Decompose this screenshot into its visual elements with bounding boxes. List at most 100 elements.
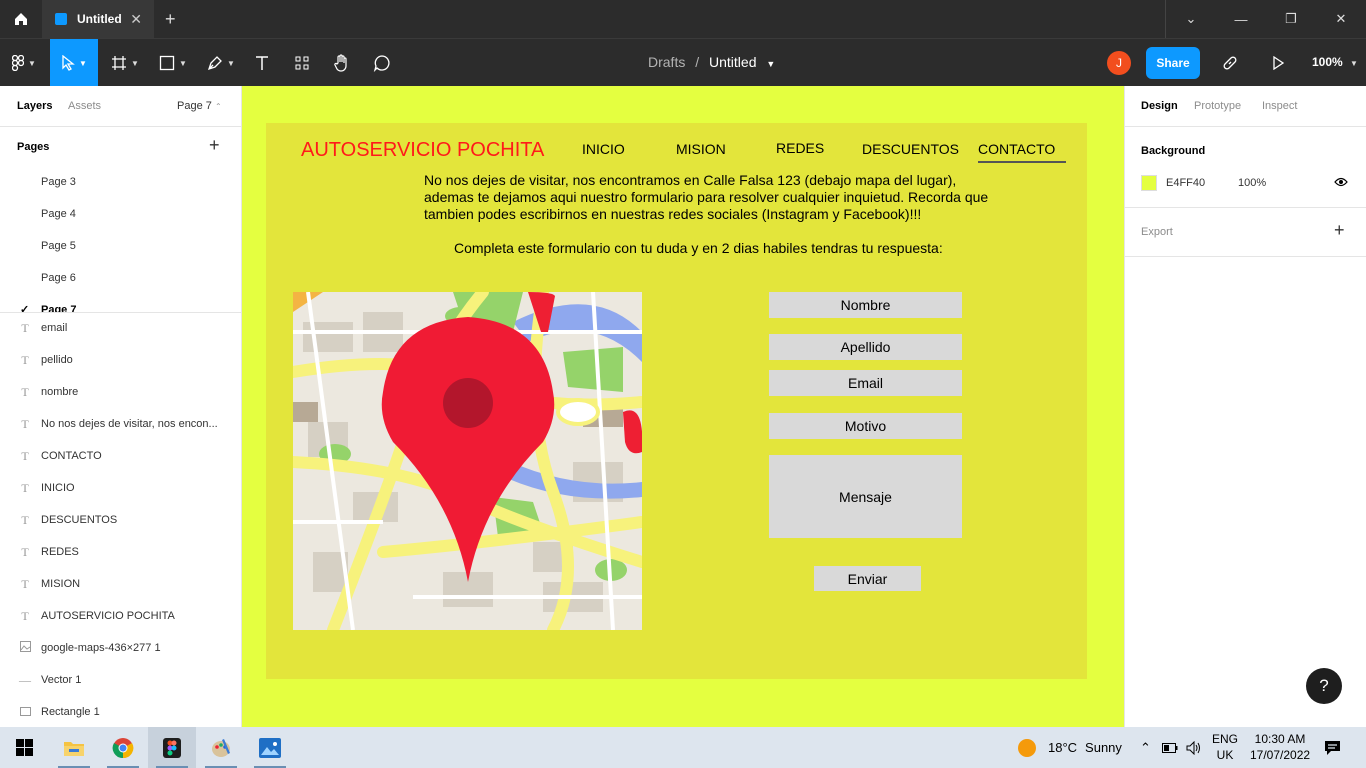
- volume-icon[interactable]: [1186, 727, 1202, 768]
- resources-button[interactable]: [288, 39, 316, 87]
- language-indicator[interactable]: ENG UK: [1210, 731, 1240, 763]
- clock[interactable]: 10:30 AM 17/07/2022: [1250, 731, 1310, 763]
- brand-title[interactable]: AUTOSERVICIO POCHITA: [301, 139, 544, 162]
- nav-contacto[interactable]: CONTACTO: [978, 141, 1055, 157]
- battery-icon[interactable]: [1162, 727, 1178, 768]
- tab-assets[interactable]: Assets: [68, 100, 101, 112]
- tab-prototype[interactable]: Prototype: [1194, 100, 1241, 112]
- layer-label: MISION: [41, 578, 81, 590]
- time: 10:30 AM: [1254, 732, 1306, 746]
- layer-item[interactable]: — Vector 1: [0, 665, 241, 697]
- background-opacity-input[interactable]: 100%: [1238, 177, 1266, 189]
- minimize-button[interactable]: —: [1216, 0, 1266, 38]
- background-color-swatch[interactable]: [1141, 175, 1157, 191]
- file-explorer-taskbar-button[interactable]: [50, 727, 98, 768]
- page-selector[interactable]: Page 7 ⌃: [177, 100, 222, 112]
- tab-layers[interactable]: Layers: [17, 100, 52, 112]
- tray-chevron-up-icon[interactable]: ⌃: [1140, 727, 1151, 768]
- avatar[interactable]: J: [1107, 51, 1131, 75]
- chevron-up-icon: ⌃: [214, 102, 222, 111]
- move-tool-button[interactable]: ▼: [50, 39, 98, 87]
- map-image[interactable]: [293, 292, 642, 630]
- text-icon: [256, 56, 268, 70]
- layer-item[interactable]: Tpellido: [0, 345, 241, 377]
- apellido-field[interactable]: Apellido: [769, 334, 962, 360]
- comment-icon: [373, 55, 390, 72]
- mensaje-field[interactable]: Mensaje: [769, 455, 962, 538]
- layer-label: No nos dejes de visitar, nos encon...: [41, 418, 218, 430]
- frame-tool-button[interactable]: ▼: [104, 39, 146, 87]
- hand-tool-button[interactable]: [328, 39, 356, 87]
- layer-item[interactable]: T CONTACTO: [0, 441, 241, 473]
- add-export-icon[interactable]: +: [1334, 220, 1345, 241]
- page-item-active[interactable]: ✓ Page 7: [0, 295, 241, 312]
- layer-label: REDES: [41, 546, 79, 558]
- photos-taskbar-button[interactable]: [246, 727, 294, 768]
- page-item[interactable]: Page 6: [0, 263, 241, 295]
- tab-inspect[interactable]: Inspect: [1262, 100, 1297, 112]
- intro-text[interactable]: No nos dejes de visitar, nos encontramos…: [424, 172, 1044, 223]
- nav-mision[interactable]: MISION: [676, 141, 726, 157]
- canvas[interactable]: AUTOSERVICIO POCHITA INICIO MISION REDES…: [242, 86, 1124, 727]
- pen-tool-button[interactable]: ▼: [200, 39, 242, 87]
- layer-item[interactable]: Rectangle 1: [0, 697, 241, 727]
- page-item[interactable]: Page 4: [0, 199, 241, 231]
- form-instructions[interactable]: Completa este formulario con tu duda y e…: [454, 240, 943, 256]
- zoom-dropdown[interactable]: 100% ▼: [1312, 55, 1358, 69]
- comment-tool-button[interactable]: [368, 39, 396, 87]
- layer-item[interactable]: T INICIO: [0, 473, 241, 505]
- close-tab-icon[interactable]: ✕: [130, 11, 142, 28]
- breadcrumb-separator: /: [695, 54, 700, 70]
- text-tool-button[interactable]: [248, 39, 276, 87]
- layer-item[interactable]: Tnombre: [0, 377, 241, 409]
- shape-tool-button[interactable]: ▼: [152, 39, 194, 87]
- new-tab-button[interactable]: +: [165, 9, 176, 30]
- home-button[interactable]: [0, 0, 42, 38]
- paint-taskbar-button[interactable]: [197, 727, 245, 768]
- share-button[interactable]: Share: [1146, 47, 1200, 79]
- start-button[interactable]: [0, 727, 48, 768]
- layer-item[interactable]: T No nos dejes de visitar, nos encon...: [0, 409, 241, 441]
- layer-item[interactable]: T AUTOSERVICIO POCHITA: [0, 601, 241, 633]
- nav-inicio[interactable]: INICIO: [582, 141, 625, 157]
- file-tab[interactable]: Untitled ✕: [42, 0, 154, 38]
- notifications-icon[interactable]: [1324, 727, 1341, 768]
- eye-icon[interactable]: [1334, 175, 1348, 190]
- layer-item[interactable]: T DESCUENTOS: [0, 505, 241, 537]
- layer-item[interactable]: google-maps-436×277 1: [0, 633, 241, 665]
- intro-line: ademas te dejamos aqui nuestro formulari…: [424, 189, 989, 205]
- copy-link-button[interactable]: [1216, 39, 1244, 87]
- enviar-button[interactable]: Enviar: [814, 566, 921, 591]
- design-frame[interactable]: AUTOSERVICIO POCHITA INICIO MISION REDES…: [266, 123, 1087, 679]
- text-icon: T: [21, 417, 29, 431]
- weather-status: Sunny: [1085, 740, 1122, 755]
- background-hex-input[interactable]: E4FF40: [1166, 177, 1205, 189]
- chrome-taskbar-button[interactable]: [99, 727, 147, 768]
- help-button[interactable]: ?: [1306, 668, 1342, 704]
- layer-item[interactable]: T REDES: [0, 537, 241, 569]
- file-name[interactable]: Untitled: [709, 54, 756, 70]
- maximize-button[interactable]: ❐: [1266, 0, 1316, 38]
- figma-taskbar-button[interactable]: [148, 727, 196, 768]
- tab-design[interactable]: Design: [1141, 100, 1178, 112]
- page-item[interactable]: Page 5: [0, 231, 241, 263]
- nav-underline[interactable]: [978, 161, 1066, 163]
- cursor-icon: [62, 55, 75, 71]
- close-window-button[interactable]: ✕: [1316, 0, 1366, 38]
- page-item[interactable]: Page 3: [0, 167, 241, 199]
- email-field[interactable]: Email: [769, 370, 962, 396]
- nombre-field[interactable]: Nombre: [769, 292, 962, 318]
- main-menu-button[interactable]: ▼: [0, 39, 48, 87]
- chevron-down-icon[interactable]: ▼: [766, 59, 775, 69]
- nav-descuentos[interactable]: DESCUENTOS: [862, 141, 959, 157]
- add-page-icon[interactable]: +: [209, 135, 220, 156]
- dropdown-chevron-icon[interactable]: ⌄: [1166, 0, 1216, 38]
- pen-icon: [208, 56, 222, 71]
- layer-item[interactable]: Temail: [0, 313, 241, 345]
- breadcrumb-drafts[interactable]: Drafts: [648, 54, 685, 70]
- nav-redes[interactable]: REDES: [776, 140, 824, 156]
- layer-item[interactable]: T MISION: [0, 569, 241, 601]
- motivo-field[interactable]: Motivo: [769, 413, 962, 439]
- present-button[interactable]: [1264, 39, 1292, 87]
- weather-widget[interactable]: 18°C Sunny: [1018, 727, 1122, 768]
